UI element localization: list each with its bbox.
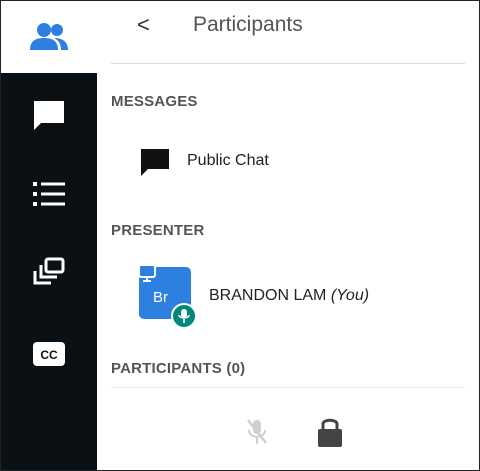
mic-muted-icon[interactable] [245, 417, 269, 447]
lock-icon[interactable] [315, 415, 345, 449]
participants-section-title: PARTICIPANTS (0) [111, 360, 246, 377]
presenter-name: BRANDON LAM (You) [209, 287, 369, 305]
chat-rail-button[interactable] [1, 91, 97, 141]
notes-list-icon [33, 182, 65, 206]
avatar-initials: Br [153, 289, 168, 306]
presenter-name-text: BRANDON LAM [209, 287, 327, 304]
microphone-icon [178, 309, 190, 323]
messages-section-title: MESSAGES [111, 93, 198, 110]
participants-rail-button[interactable] [1, 1, 97, 73]
chat-icon [34, 101, 64, 130]
you-label: (You) [330, 287, 370, 304]
closed-captions-icon: CC [33, 342, 65, 366]
breakout-rooms-icon [33, 257, 65, 285]
participants-divider [111, 387, 465, 388]
panel-header: < Participants [97, 1, 479, 63]
participants-panel: < Participants MESSAGES Public Chat PRES… [97, 1, 479, 470]
left-sidebar-rail: CC [1, 1, 97, 470]
back-button[interactable]: < [137, 14, 150, 36]
public-chat-item[interactable]: Public Chat [137, 143, 269, 179]
mic-status-badge [171, 303, 197, 329]
breakout-rooms-rail-button[interactable] [1, 247, 97, 297]
public-chat-icon [141, 149, 169, 176]
participants-window: CC < Participants MESSAGES Public Chat P… [0, 0, 480, 471]
participants-icon [30, 23, 68, 50]
presenter-section-title: PRESENTER [111, 222, 205, 239]
public-chat-label: Public Chat [187, 152, 269, 169]
captions-rail-button[interactable]: CC [1, 329, 97, 379]
presenter-icon [138, 264, 156, 282]
presenter-user-item[interactable]: Br BRANDON LAM (You) [137, 263, 457, 333]
svg-text:CC: CC [40, 348, 58, 362]
notes-rail-button[interactable] [1, 169, 97, 219]
panel-title: Participants [193, 13, 303, 36]
header-divider [111, 63, 465, 64]
